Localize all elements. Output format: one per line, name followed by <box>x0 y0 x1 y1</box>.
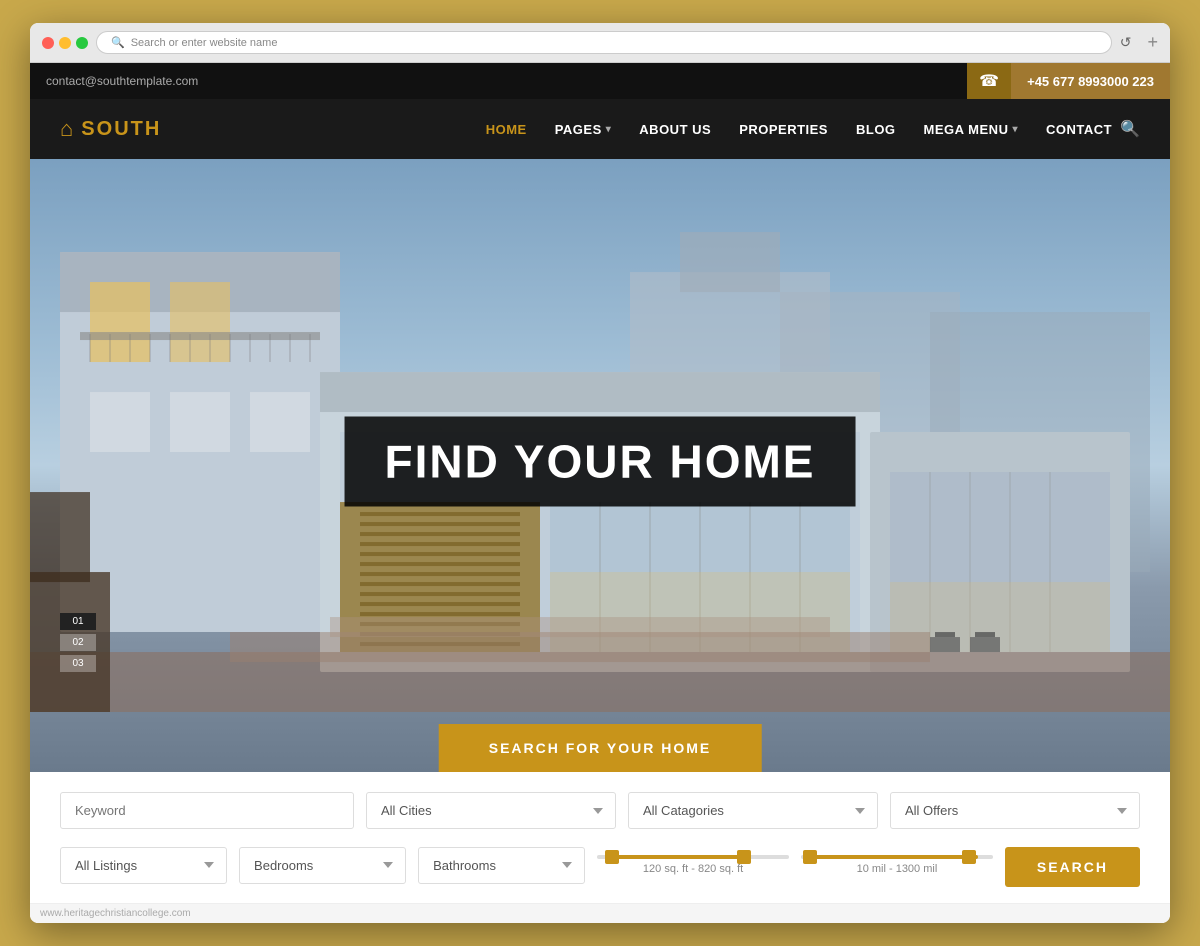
search-row-2: All Listings Bedrooms Bathrooms <box>60 843 1140 887</box>
sqft-fill <box>607 855 741 859</box>
price-slider[interactable] <box>801 855 993 859</box>
nav-link-contact[interactable]: CONTACT <box>1046 122 1112 137</box>
slide-indicators: 01 02 03 <box>60 613 96 672</box>
browser-dots <box>42 37 88 49</box>
nav-link-mega[interactable]: MEGA MENU ▾ <box>924 122 1018 137</box>
sqft-range-label: 120 sq. ft - 820 sq. ft <box>597 863 789 875</box>
logo-icon: ⌂ <box>60 116 73 142</box>
price-track <box>801 855 993 859</box>
price-fill <box>805 855 978 859</box>
reload-button[interactable]: ↺ <box>1120 34 1132 51</box>
sqft-track <box>597 855 789 859</box>
nav-item-pages[interactable]: PAGES ▾ <box>555 122 612 137</box>
categories-select[interactable]: All Catagories <box>628 792 878 829</box>
search-row-1: All Cities All Catagories All Offers <box>60 792 1140 829</box>
search-section: All Cities All Catagories All Offers All… <box>30 772 1170 903</box>
chevron-down-icon-2: ▾ <box>1012 124 1018 135</box>
sqft-thumb-left[interactable] <box>605 850 619 864</box>
nav-link-about[interactable]: ABOUT US <box>639 122 711 137</box>
sqft-slider[interactable] <box>597 855 789 859</box>
keyword-input[interactable] <box>60 792 354 829</box>
phone-icon-box: ☎ <box>967 63 1011 99</box>
price-range-section: 10 mil - 1300 mil <box>801 855 993 875</box>
chevron-down-icon: ▾ <box>606 124 612 135</box>
phone-number[interactable]: +45 677 8993000 223 <box>1011 63 1170 99</box>
nav-item-home[interactable]: HOME <box>486 122 527 137</box>
sqft-thumb-right[interactable] <box>737 850 751 864</box>
phone-section: ☎ +45 677 8993000 223 <box>967 63 1170 99</box>
hero-title: FIND YOUR HOME <box>385 434 816 488</box>
maximize-button-dot[interactable] <box>76 37 88 49</box>
phone-icon: ☎ <box>979 71 999 91</box>
logo-text: SOUTH <box>81 118 161 141</box>
nav-item-properties[interactable]: PROPERTIES <box>739 122 828 137</box>
slide-indicator-1[interactable]: 01 <box>60 613 96 630</box>
footer-credit: www.heritagechristiancollege.com <box>40 908 191 919</box>
price-range-label: 10 mil - 1300 mil <box>801 863 993 875</box>
nav-item-mega[interactable]: MEGA MENU ▾ <box>924 122 1018 137</box>
nav-link-blog[interactable]: BLOG <box>856 122 896 137</box>
url-bar[interactable]: 🔍 Search or enter website name <box>96 31 1112 54</box>
logo[interactable]: ⌂ SOUTH <box>60 116 161 142</box>
browser-chrome: 🔍 Search or enter website name ↺ + <box>30 23 1170 63</box>
nav-item-about[interactable]: ABOUT US <box>639 122 711 137</box>
close-button-dot[interactable] <box>42 37 54 49</box>
top-bar: contact@southtemplate.com ☎ +45 677 8993… <box>30 63 1170 99</box>
search-icon: 🔍 <box>111 36 125 49</box>
sqft-range-section: 120 sq. ft - 820 sq. ft <box>597 855 789 875</box>
cities-select[interactable]: All Cities <box>366 792 616 829</box>
price-thumb-left[interactable] <box>803 850 817 864</box>
search-button[interactable]: SEARCH <box>1005 847 1140 887</box>
navigation: ⌂ SOUTH HOME PAGES ▾ ABOUT US PROPERTIES… <box>30 99 1170 159</box>
bathrooms-select[interactable]: Bathrooms <box>418 847 585 884</box>
contact-email: contact@southtemplate.com <box>30 74 214 88</box>
price-thumb-right[interactable] <box>962 850 976 864</box>
hero-section: FIND YOUR HOME 01 02 03 SEARCH FOR YOUR … <box>30 159 1170 772</box>
url-text: Search or enter website name <box>131 37 278 49</box>
listings-select[interactable]: All Listings <box>60 847 227 884</box>
minimize-button-dot[interactable] <box>59 37 71 49</box>
new-tab-button[interactable]: + <box>1147 32 1158 53</box>
nav-link-pages[interactable]: PAGES ▾ <box>555 122 612 137</box>
offers-select[interactable]: All Offers <box>890 792 1140 829</box>
nav-item-contact[interactable]: CONTACT <box>1046 122 1112 137</box>
search-icon-nav[interactable]: 🔍 <box>1120 119 1140 139</box>
nav-links: HOME PAGES ▾ ABOUT US PROPERTIES BLOG ME… <box>486 122 1112 137</box>
nav-item-blog[interactable]: BLOG <box>856 122 896 137</box>
bedrooms-select[interactable]: Bedrooms <box>239 847 406 884</box>
slide-indicator-3[interactable]: 03 <box>60 655 96 672</box>
browser-window: 🔍 Search or enter website name ↺ + conta… <box>30 23 1170 923</box>
nav-link-home[interactable]: HOME <box>486 122 527 137</box>
nav-link-properties[interactable]: PROPERTIES <box>739 122 828 137</box>
footer-bar: www.heritagechristiancollege.com <box>30 903 1170 923</box>
search-hero-button[interactable]: SEARCH FOR YOUR HOME <box>439 724 762 772</box>
slide-indicator-2[interactable]: 02 <box>60 634 96 651</box>
hero-title-overlay: FIND YOUR HOME <box>345 416 856 506</box>
website: contact@southtemplate.com ☎ +45 677 8993… <box>30 63 1170 923</box>
